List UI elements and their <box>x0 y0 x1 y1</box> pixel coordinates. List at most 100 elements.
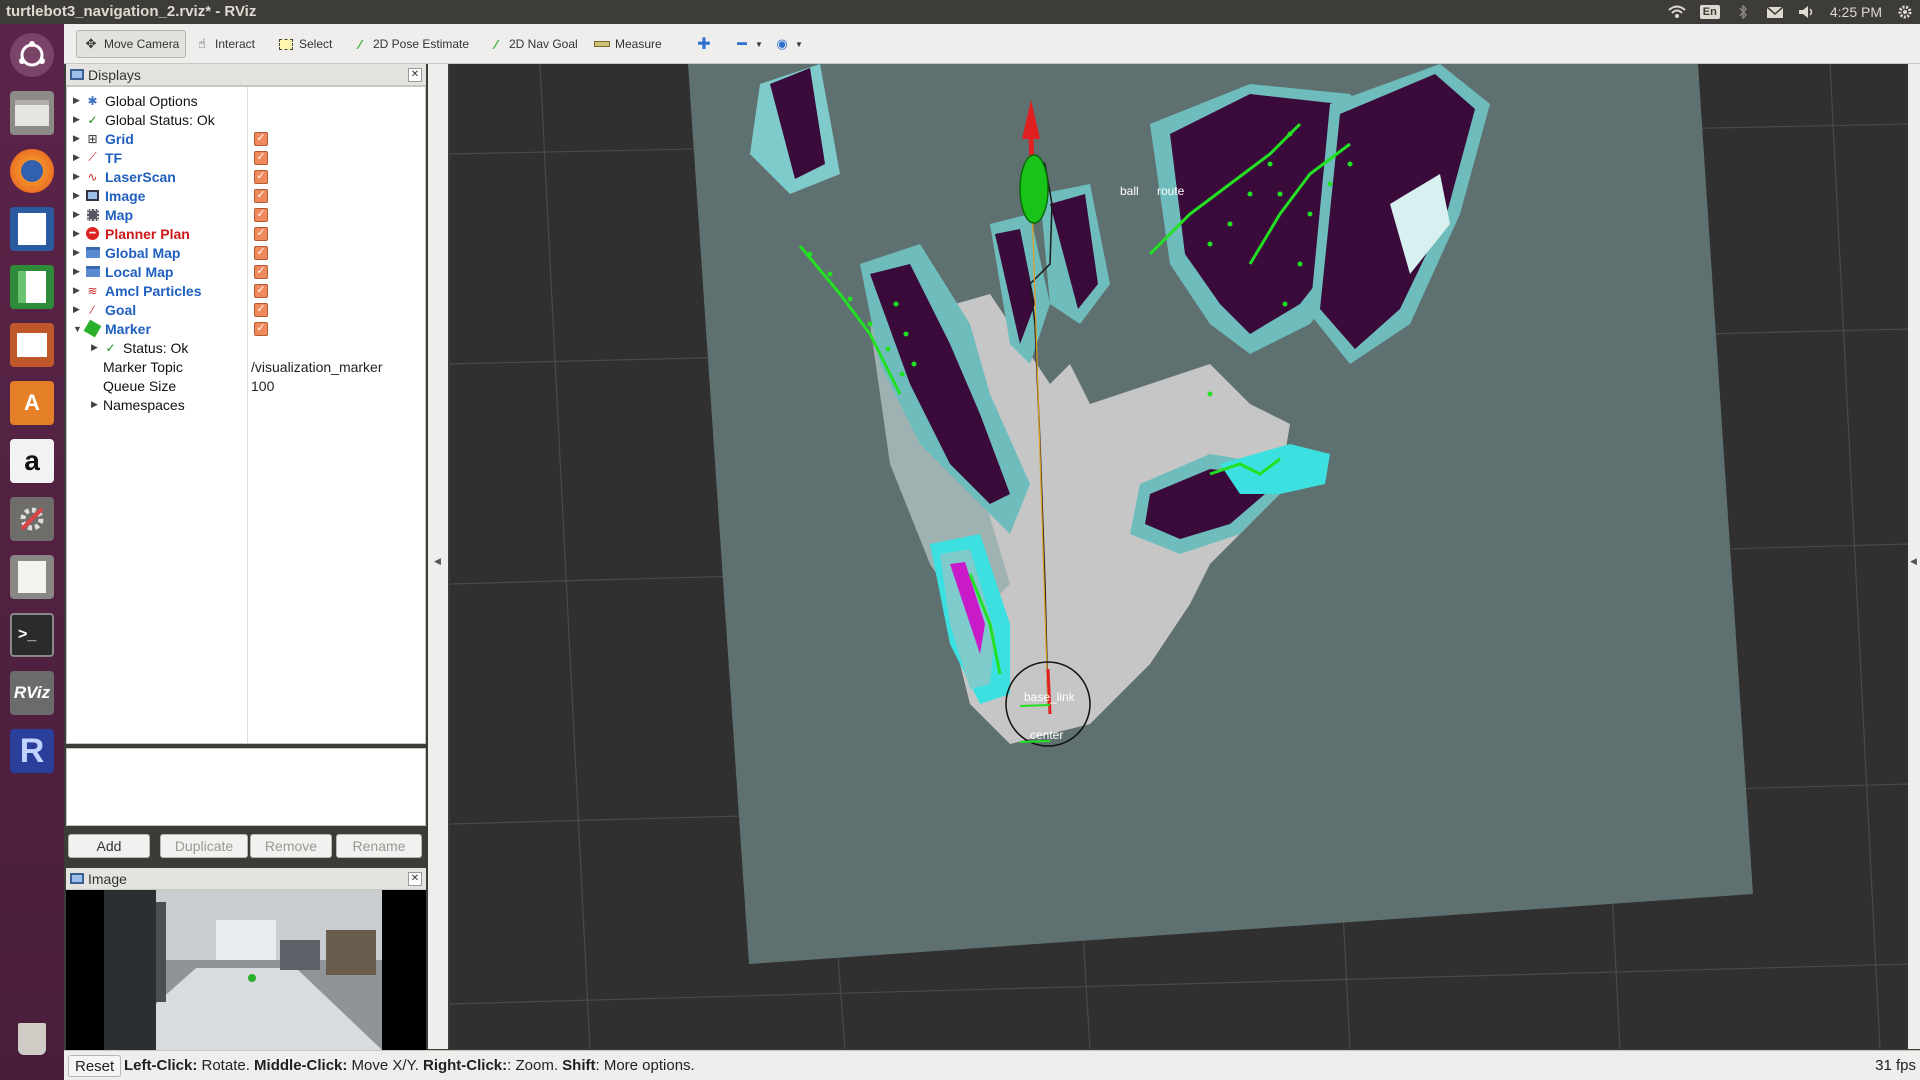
display-item-planner-plan[interactable]: ▶ ━ Planner Plan ✓ <box>67 224 425 243</box>
3d-render-view[interactable]: ball route base_link center <box>450 64 1908 1049</box>
expand-right-icon[interactable]: ▶ <box>73 209 83 220</box>
move-camera-label: Move Camera <box>104 37 180 51</box>
expand-right-icon[interactable]: ▶ <box>73 171 83 182</box>
interact-tool[interactable]: ☝ Interact <box>188 30 261 58</box>
nav-goal-tool[interactable]: ⁄ 2D Nav Goal <box>482 30 584 58</box>
move-camera-tool[interactable]: ✥ Move Camera <box>76 30 187 58</box>
queue-size-label: Queue Size <box>103 377 177 394</box>
writer-icon[interactable] <box>7 204 57 254</box>
expand-down-icon[interactable]: ▼ <box>73 324 83 334</box>
enable-checkbox[interactable]: ✓ <box>254 150 268 165</box>
display-item-goal[interactable]: ▶ ⁄ Goal ✓ <box>67 300 425 319</box>
display-item-laserscan[interactable]: ▶ ∿ LaserScan ✓ <box>67 167 425 186</box>
r-icon[interactable]: R <box>7 726 57 776</box>
collapse-left-icon[interactable]: ◀ <box>434 556 441 567</box>
enable-checkbox[interactable]: ✓ <box>254 245 268 260</box>
calc-icon[interactable] <box>7 262 57 312</box>
display-item-map[interactable]: ▶ Map ✓ <box>67 205 425 224</box>
rename-button[interactable]: Rename <box>336 834 422 858</box>
display-item-amcl-particles[interactable]: ▶ ≋ Amcl Particles ✓ <box>67 281 425 300</box>
displays-panel: Displays ✕ ▶ ✱ Global Options ▶ ✓ Global Stat… <box>66 64 426 744</box>
firefox-icon[interactable] <box>7 146 57 196</box>
remove-tool-button[interactable]: ━ ▼ <box>728 30 769 58</box>
files-icon[interactable] <box>7 88 57 138</box>
expand-right-icon[interactable]: ▶ <box>73 266 83 277</box>
enable-checkbox[interactable]: ✓ <box>254 264 268 279</box>
collapse-right-icon[interactable]: ◀ <box>1910 556 1917 567</box>
duplicate-button[interactable]: Duplicate <box>160 834 248 858</box>
plus-icon: ✚ <box>697 36 711 53</box>
enable-checkbox[interactable]: ✓ <box>254 131 268 146</box>
expand-right-icon[interactable]: ▶ <box>73 304 83 315</box>
enable-checkbox[interactable]: ✓ <box>254 188 268 203</box>
expand-right-icon[interactable]: ▶ <box>73 247 83 258</box>
expand-right-icon[interactable]: ▶ <box>73 228 83 239</box>
display-property-namespaces[interactable]: ▶ Namespaces <box>67 395 425 414</box>
expand-right-icon[interactable]: ▶ <box>73 152 83 163</box>
queue-size-value[interactable]: 100 <box>251 378 274 394</box>
system-gear-icon[interactable] <box>1896 5 1914 19</box>
enable-checkbox[interactable]: ✓ <box>254 169 268 184</box>
impress-icon[interactable] <box>7 320 57 370</box>
software-center-icon[interactable]: A <box>7 378 57 428</box>
bluetooth-icon[interactable] <box>1734 5 1752 19</box>
expand-right-icon[interactable]: ▶ <box>73 95 83 106</box>
display-property-marker-topic[interactable]: Marker Topic/visualization_marker <box>67 357 425 376</box>
trash-icon[interactable] <box>7 1014 57 1064</box>
enable-checkbox[interactable]: ✓ <box>254 226 268 241</box>
right-collapse-bar[interactable]: ◀ <box>1908 64 1920 1049</box>
status-bar: Reset Left-Click: Rotate. Middle-Click: … <box>64 1050 1920 1080</box>
terminal-icon[interactable]: >_ <box>7 610 57 660</box>
enable-checkbox[interactable]: ✓ <box>254 321 268 336</box>
expand-right-icon[interactable]: ▶ <box>91 399 101 410</box>
unity-launcher: A a >_ RViz R <box>0 24 64 1080</box>
expand-right-icon[interactable]: ▶ <box>73 114 83 125</box>
expand-right-icon[interactable]: ▶ <box>73 133 83 144</box>
measure-tool[interactable]: Measure <box>588 30 668 58</box>
panel-splitter[interactable]: ◀ <box>428 64 448 1049</box>
add-tool-button[interactable]: ✚ <box>690 30 718 58</box>
rviz-icon[interactable]: RViz <box>7 668 57 718</box>
pose-estimate-tool[interactable]: ⁄ 2D Pose Estimate <box>346 30 475 58</box>
display-item-local-map[interactable]: ▶ Local Map ✓ <box>67 262 425 281</box>
display-property-queue-size[interactable]: Queue Size 100 <box>67 376 425 395</box>
settings-icon[interactable] <box>7 494 57 544</box>
volume-icon[interactable] <box>1798 5 1816 19</box>
select-tool[interactable]: Select <box>272 30 338 58</box>
text-editor-icon[interactable] <box>7 552 57 602</box>
select-label: Select <box>299 37 333 51</box>
close-icon[interactable]: ✕ <box>408 872 422 886</box>
gear-icon: ✱ <box>87 93 98 108</box>
ubuntu-icon[interactable] <box>7 30 57 80</box>
expand-right-icon[interactable]: ▶ <box>73 285 83 296</box>
add-button[interactable]: Add <box>68 834 150 858</box>
expand-right-icon[interactable]: ▶ <box>91 342 101 353</box>
minus-icon: ━ <box>737 36 747 53</box>
marker-topic-value[interactable]: /visualization_marker <box>251 359 383 375</box>
measure-label: Measure <box>615 37 662 51</box>
enable-checkbox[interactable]: ✓ <box>254 207 268 222</box>
wifi-icon[interactable] <box>1668 5 1686 19</box>
display-item-image[interactable]: ▶ Image ✓ <box>67 186 425 205</box>
error-icon: ━ <box>85 226 100 241</box>
remove-button[interactable]: Remove <box>250 834 332 858</box>
enable-checkbox[interactable]: ✓ <box>254 283 268 298</box>
expand-right-icon[interactable]: ▶ <box>73 190 83 201</box>
amazon-icon[interactable]: a <box>7 436 57 486</box>
fps-counter: 31 fps <box>1875 1057 1916 1074</box>
display-item-global-options[interactable]: ▶ ✱ Global Options <box>67 91 425 110</box>
display-item-marker[interactable]: ▼ Marker ✓ <box>67 319 425 338</box>
mail-icon[interactable] <box>1766 5 1784 19</box>
view-options-button[interactable]: ◉ ▼ <box>768 30 809 58</box>
enable-checkbox[interactable]: ✓ <box>254 302 268 317</box>
display-item-grid[interactable]: ▶ ⊞ Grid ✓ <box>67 129 425 148</box>
display-item-global-map[interactable]: ▶ Global Map ✓ <box>67 243 425 262</box>
clock[interactable]: 4:25 PM <box>1830 4 1882 20</box>
display-item-tf[interactable]: ▶ ⟋ TF ✓ <box>67 148 425 167</box>
reset-button[interactable]: Reset <box>68 1055 122 1077</box>
marker-status-label: Status: Ok <box>123 339 189 356</box>
display-property-marker-status[interactable]: ▶ ✓ Status: Ok <box>67 338 425 357</box>
display-item-global-status-ok[interactable]: ▶ ✓ Global Status: Ok <box>67 110 425 129</box>
keyboard-layout-indicator[interactable]: En <box>1699 5 1720 19</box>
close-icon[interactable]: ✕ <box>408 68 422 82</box>
